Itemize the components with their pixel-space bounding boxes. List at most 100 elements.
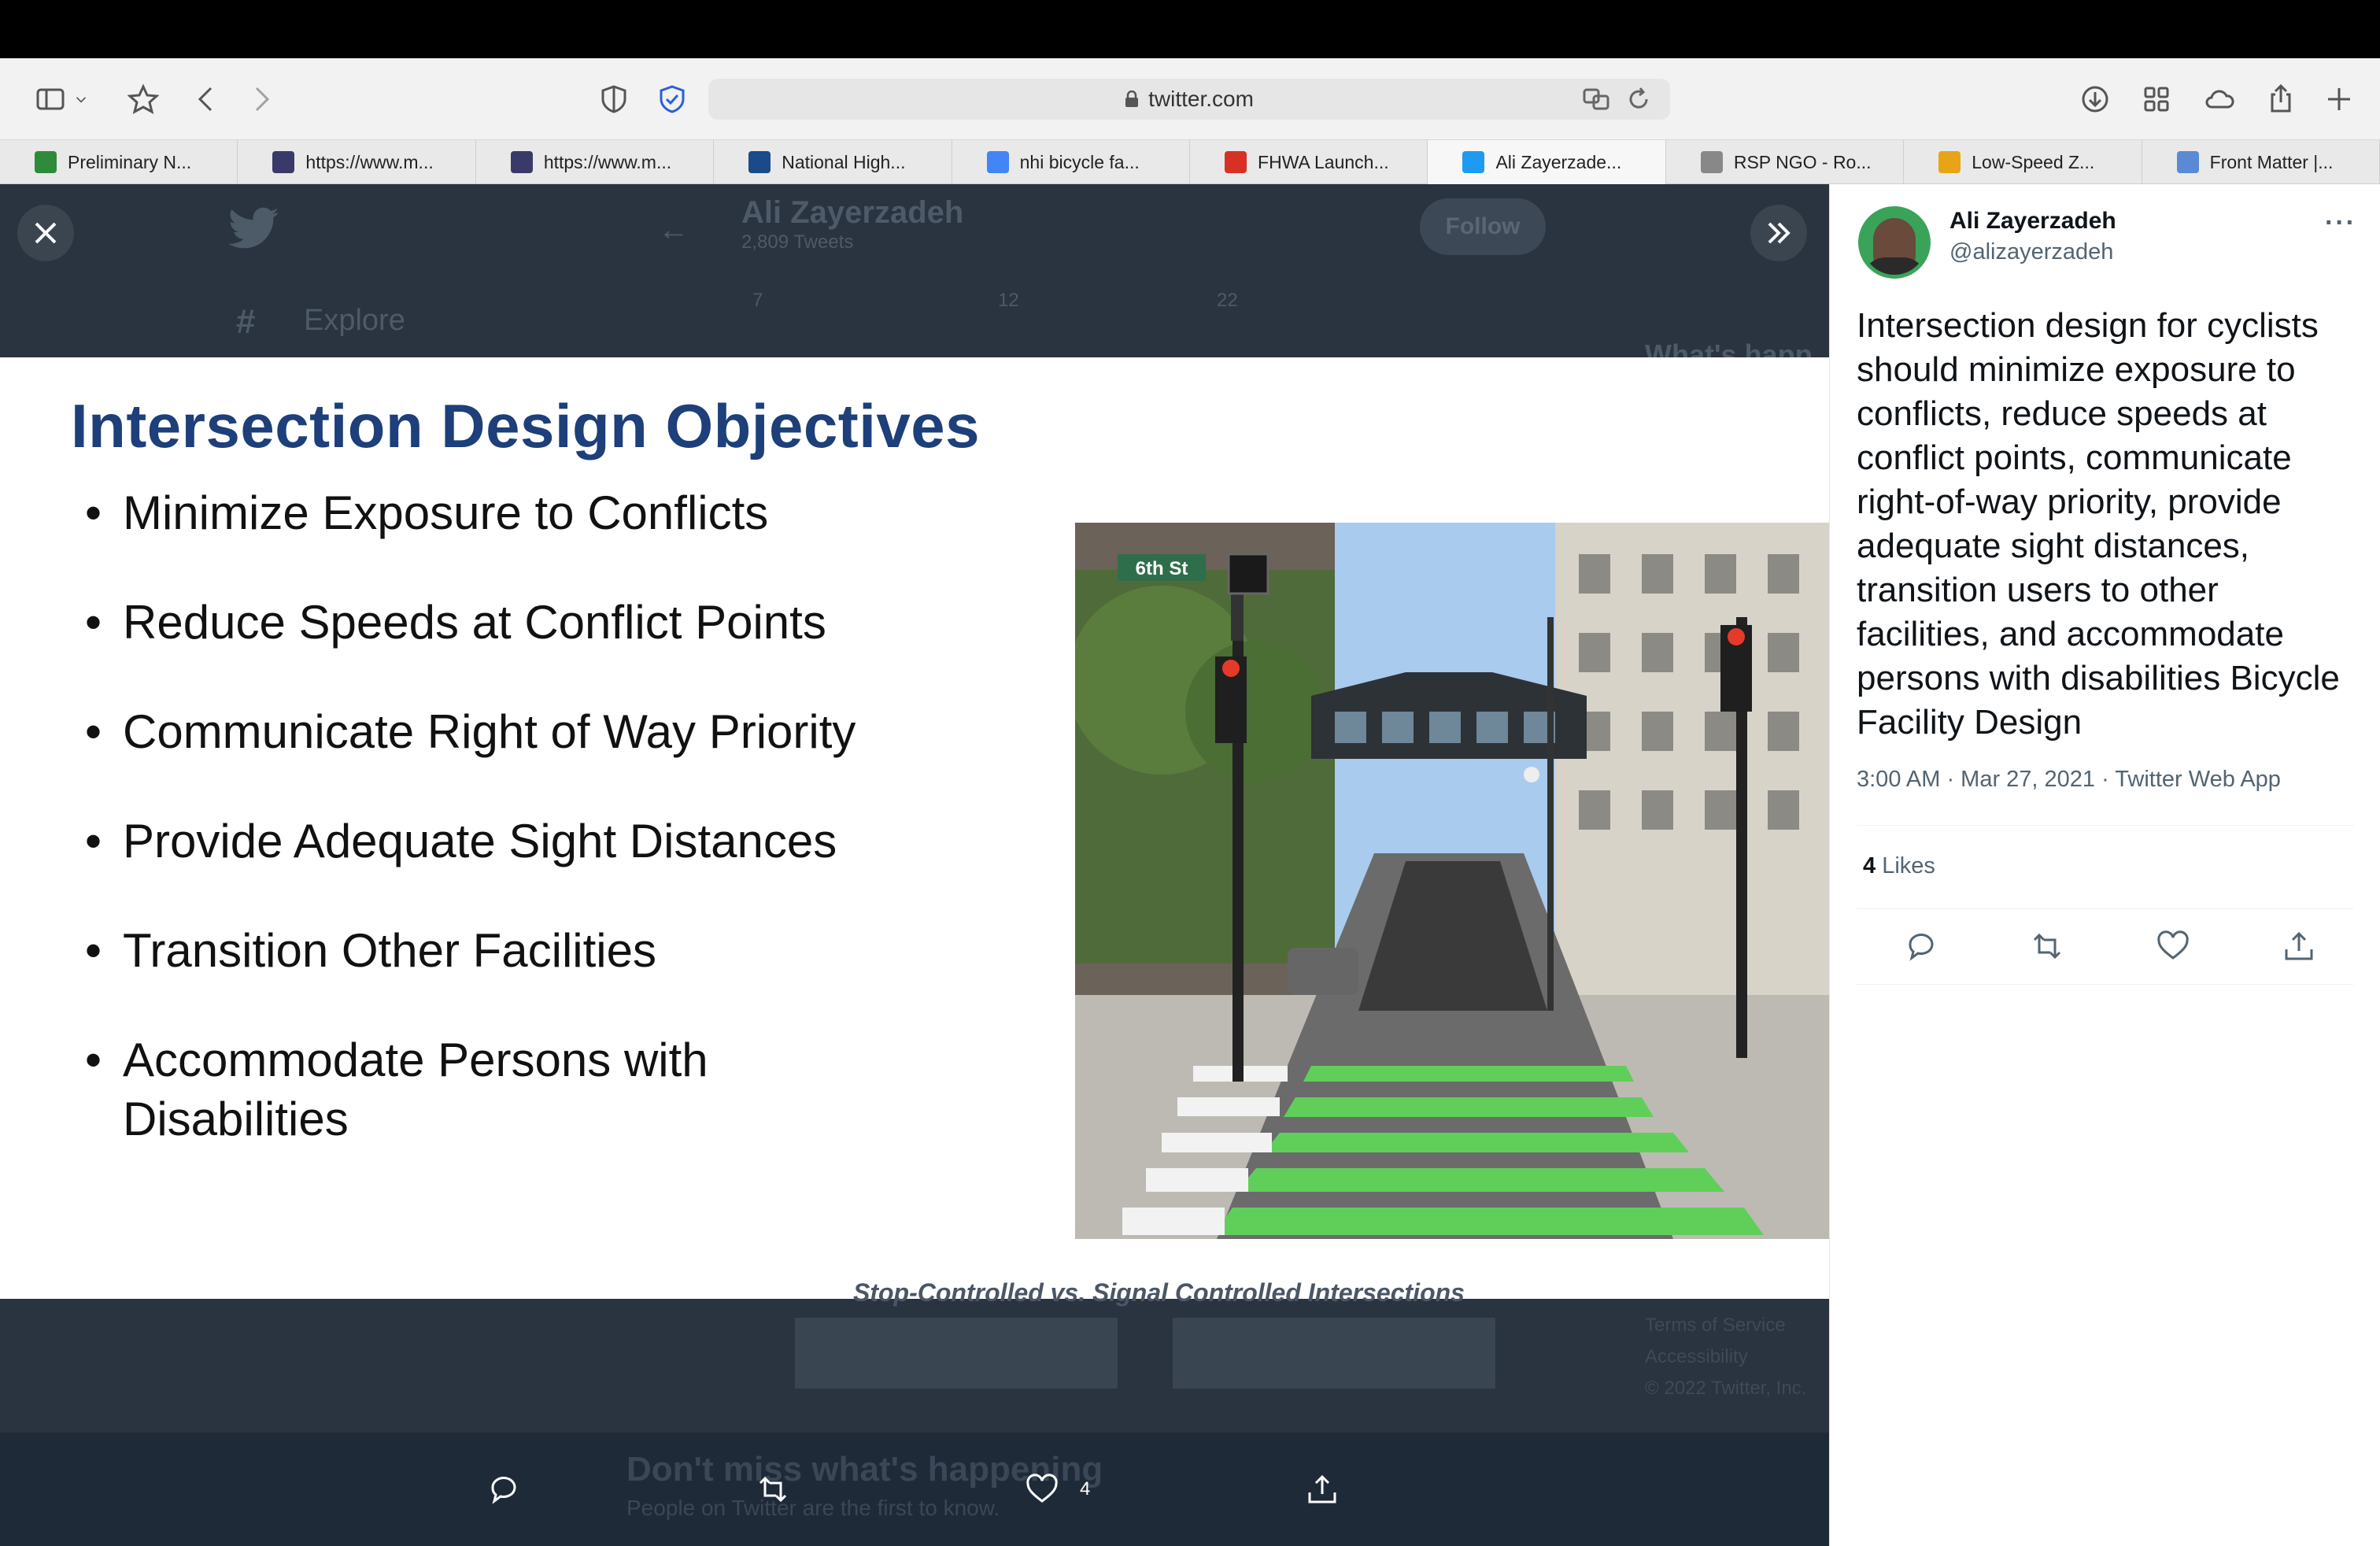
browser-toolbar: twitter.com xyxy=(0,58,2380,140)
media-viewer: # Explore ← Ali Zayerzadeh 2,809 Tweets … xyxy=(0,184,1829,1546)
tab-label: FHWA Launch... xyxy=(1258,151,1389,172)
slide-bullet: Communicate Right of Way Priority xyxy=(85,702,1029,761)
double-chevron-right-icon xyxy=(1768,222,1791,244)
browser-tab[interactable]: National High... xyxy=(714,140,952,184)
browser-tab[interactable]: https://www.m... xyxy=(476,140,715,184)
tweet-text: Intersection design for cyclists should … xyxy=(1857,306,2340,742)
reply-count-bg: 7 xyxy=(752,290,763,311)
like-count-bg: 22 xyxy=(1217,290,1238,311)
street-sign: 6th St xyxy=(1136,558,1188,579)
menu-bar xyxy=(0,0,2380,58)
media-retweet-button[interactable] xyxy=(756,1472,790,1507)
heart-icon xyxy=(2157,930,2189,960)
retweet-icon xyxy=(2033,933,2061,960)
media-share-button[interactable] xyxy=(1305,1472,1340,1507)
lock-icon xyxy=(1125,91,1139,107)
author-handle[interactable]: @alizayerzadeh xyxy=(1949,239,2113,265)
favicon-icon xyxy=(748,151,771,173)
footer-accessibility-bg: Accessibility xyxy=(1645,1346,1748,1367)
browser-tab[interactable]: https://www.m... xyxy=(238,140,476,184)
slide-bullet: Transition Other Facilities xyxy=(85,921,1029,980)
browser-tab[interactable]: FHWA Launch... xyxy=(1190,140,1428,184)
favicon-icon xyxy=(1225,151,1247,173)
browser-tab[interactable]: Preliminary N... xyxy=(0,140,238,184)
slide-title: Intersection Design Objectives xyxy=(71,391,981,460)
tab-bar: Preliminary N... https://www.m... https://… xyxy=(0,140,2380,184)
retweet-button[interactable] xyxy=(2030,929,2064,963)
tab-label: Ali Zayerzade... xyxy=(1495,151,1622,172)
explore-nav: Explore xyxy=(304,304,405,337)
more-options-icon[interactable]: ··· xyxy=(2325,208,2356,239)
likes-count: 4 xyxy=(1863,853,1876,878)
new-tab-icon[interactable] xyxy=(2317,77,2361,121)
favicon-icon xyxy=(1700,151,1723,173)
slide-bullet: Reduce Speeds at Conflict Points xyxy=(85,593,1029,652)
tab-label: nhi bicycle fa... xyxy=(1019,151,1140,172)
favicon-icon xyxy=(35,151,57,173)
back-icon[interactable] xyxy=(184,77,228,121)
tweet-count-bg: 2,809 Tweets xyxy=(741,231,854,253)
author-name[interactable]: Ali Zayerzadeh xyxy=(1949,208,2116,235)
close-icon xyxy=(35,222,57,244)
footer-copyright-bg: © 2022 Twitter, Inc. xyxy=(1645,1378,1807,1399)
reply-button[interactable] xyxy=(1904,929,1938,963)
tab-overview-icon[interactable] xyxy=(2134,77,2179,121)
close-media-button[interactable] xyxy=(17,205,74,261)
toggle-panel-button[interactable] xyxy=(1750,205,1807,261)
thumbnail-bg xyxy=(795,1318,1118,1389)
subcaption-bg: Stop-Controlled vs. Signal Controlled In… xyxy=(853,1278,1465,1307)
favicon-icon xyxy=(1938,151,1961,173)
share-button[interactable] xyxy=(2282,929,2316,963)
retweet-count-bg: 12 xyxy=(998,290,1019,311)
tab-label: https://www.m... xyxy=(305,151,434,172)
slide-bullet-list: Minimize Exposure to Conflicts Reduce Sp… xyxy=(85,483,1029,1199)
share-icon[interactable] xyxy=(2259,77,2303,121)
browser-tab[interactable]: Low-Speed Z... xyxy=(1904,140,2142,184)
intersection-photo: 6th St xyxy=(1075,523,1829,1239)
reload-icon[interactable] xyxy=(1624,85,1653,113)
tab-label: RSP NGO - Ro... xyxy=(1733,151,1872,172)
tab-label: Low-Speed Z... xyxy=(1972,151,2095,172)
browser-tab[interactable]: Ali Zayerzade... xyxy=(1428,140,1666,184)
avatar[interactable] xyxy=(1858,206,1931,279)
like-button[interactable] xyxy=(2156,929,2190,963)
login-banner-sub-bg: People on Twitter are the first to know. xyxy=(626,1496,1000,1520)
divider xyxy=(1857,825,2354,826)
forward-icon[interactable] xyxy=(239,77,283,121)
follow-button-bg: Follow xyxy=(1420,198,1546,255)
sidebar-toggle-icon[interactable] xyxy=(28,77,72,121)
media-reply-button[interactable] xyxy=(486,1472,521,1507)
divider xyxy=(1857,984,2354,985)
media-like-button[interactable]: 4 xyxy=(1025,1472,1090,1507)
privacy-shield-icon[interactable] xyxy=(592,77,636,121)
icloud-tabs-icon[interactable] xyxy=(2197,77,2241,121)
url-text: twitter.com xyxy=(1148,87,1254,111)
tab-label: Preliminary N... xyxy=(68,151,192,172)
favicon-icon xyxy=(272,151,295,173)
browser-tab[interactable]: Front Matter |... xyxy=(2142,140,2380,184)
browser-tab[interactable]: RSP NGO - Ro... xyxy=(1666,140,1905,184)
favicon-icon xyxy=(510,151,533,173)
downloads-icon[interactable] xyxy=(2073,77,2117,121)
profile-name-bg: Ali Zayerzadeh xyxy=(741,195,964,230)
address-bar[interactable]: twitter.com xyxy=(708,79,1670,120)
tab-label: National High... xyxy=(782,151,906,172)
password-manager-icon[interactable] xyxy=(650,77,694,121)
tweet-meta[interactable]: 3:00 AM · Mar 27, 2021 · Twitter Web App xyxy=(1857,767,2281,793)
tab-label: Front Matter |... xyxy=(2209,151,2334,172)
media-like-count: 4 xyxy=(1080,1478,1091,1500)
likes-summary[interactable]: 4 Likes xyxy=(1863,853,1935,879)
slide-bullet: Accommodate Persons with Disabilities xyxy=(85,1030,793,1148)
slide-bullet: Minimize Exposure to Conflicts xyxy=(85,483,1029,542)
reply-icon xyxy=(491,1477,516,1504)
chevron-down-icon[interactable] xyxy=(69,77,93,121)
share-icon xyxy=(2285,931,2313,960)
share-icon xyxy=(1308,1474,1336,1503)
retweet-icon xyxy=(759,1476,787,1503)
trends-heading-bg: What's happ xyxy=(1645,338,1813,357)
tweet-detail-panel: Ali Zayerzadeh @alizayerzadeh ··· Inters… xyxy=(1829,184,2380,1546)
translate-icon[interactable] xyxy=(1582,85,1610,113)
media-action-bar: Don't miss what's happening People on Tw… xyxy=(0,1433,1829,1546)
bookmark-star-icon[interactable] xyxy=(121,77,165,121)
browser-tab[interactable]: nhi bicycle fa... xyxy=(952,140,1191,184)
